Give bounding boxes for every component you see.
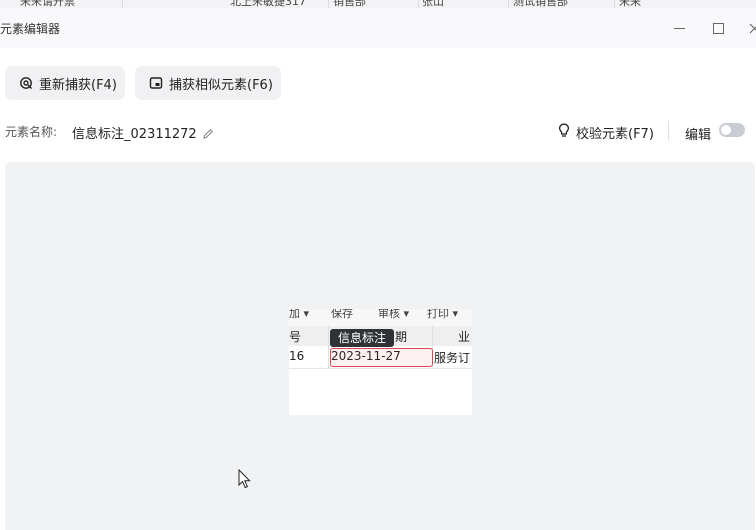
title-bar: 元素编辑器 xyxy=(0,8,756,48)
snapshot-toolbar-item: 审核 ▾ xyxy=(378,309,410,320)
row-cell: 16 xyxy=(289,349,305,363)
target-icon xyxy=(18,75,34,91)
header-cell: 业 xyxy=(458,330,471,344)
edit-toggle[interactable] xyxy=(719,123,745,137)
close-icon[interactable] xyxy=(744,18,756,38)
divider xyxy=(668,121,669,141)
captured-element-highlight xyxy=(330,348,433,367)
column-divider xyxy=(328,326,329,368)
cell-separator xyxy=(508,0,509,8)
cell-separator xyxy=(328,0,329,8)
element-name-value: 信息标注_02311272 xyxy=(72,127,197,142)
capture-similar-label: 捕获相似元素(F6) xyxy=(169,77,273,93)
mouse-cursor-icon xyxy=(238,468,252,493)
snapshot-toolbar-item: 打印 ▾ xyxy=(427,309,459,320)
pencil-icon[interactable] xyxy=(202,125,214,144)
capture-similar-button[interactable]: 捕获相似元素(F6) xyxy=(135,66,281,100)
cell-separator xyxy=(122,0,123,8)
validate-element-button[interactable]: 校验元素(F7) xyxy=(557,123,654,142)
validate-label: 校验元素(F7) xyxy=(576,127,654,142)
snapshot-toolbar: 加 ▾ 保存 审核 ▾ 打印 ▾ xyxy=(289,309,472,327)
recapture-label: 重新捕获(F4) xyxy=(39,77,117,93)
element-preview-area: 加 ▾ 保存 审核 ▾ 打印 ▾ 号 期 业 16 2023-11-27 服务订… xyxy=(5,162,755,530)
cell-separator xyxy=(418,0,419,8)
window-title: 元素编辑器 xyxy=(0,22,61,36)
element-name-label: 元素名称: xyxy=(5,125,58,139)
header-cell: 期 xyxy=(395,330,408,344)
element-editor-window: 元素编辑器 重新捕获(F4) 捕获相似元素(F6) 元素名称: 信息标注_023… xyxy=(0,8,756,530)
snapshot-toolbar-item: 保存 xyxy=(331,309,353,320)
maximize-icon[interactable] xyxy=(708,18,728,38)
similar-elements-icon xyxy=(148,75,164,91)
lightbulb-icon xyxy=(557,123,571,142)
edit-label: 编辑 xyxy=(685,128,712,143)
header-cell: 号 xyxy=(289,330,302,344)
minimize-icon[interactable] xyxy=(669,18,689,38)
row-cell: 服务订 xyxy=(434,351,471,365)
element-tooltip: 信息标注 xyxy=(330,329,395,347)
cell-separator xyxy=(614,0,615,8)
recapture-button[interactable]: 重新捕获(F4) xyxy=(5,66,125,100)
element-snapshot: 加 ▾ 保存 审核 ▾ 打印 ▾ 号 期 业 16 2023-11-27 服务订… xyxy=(289,309,472,415)
snapshot-toolbar-item: 加 ▾ xyxy=(289,309,310,320)
